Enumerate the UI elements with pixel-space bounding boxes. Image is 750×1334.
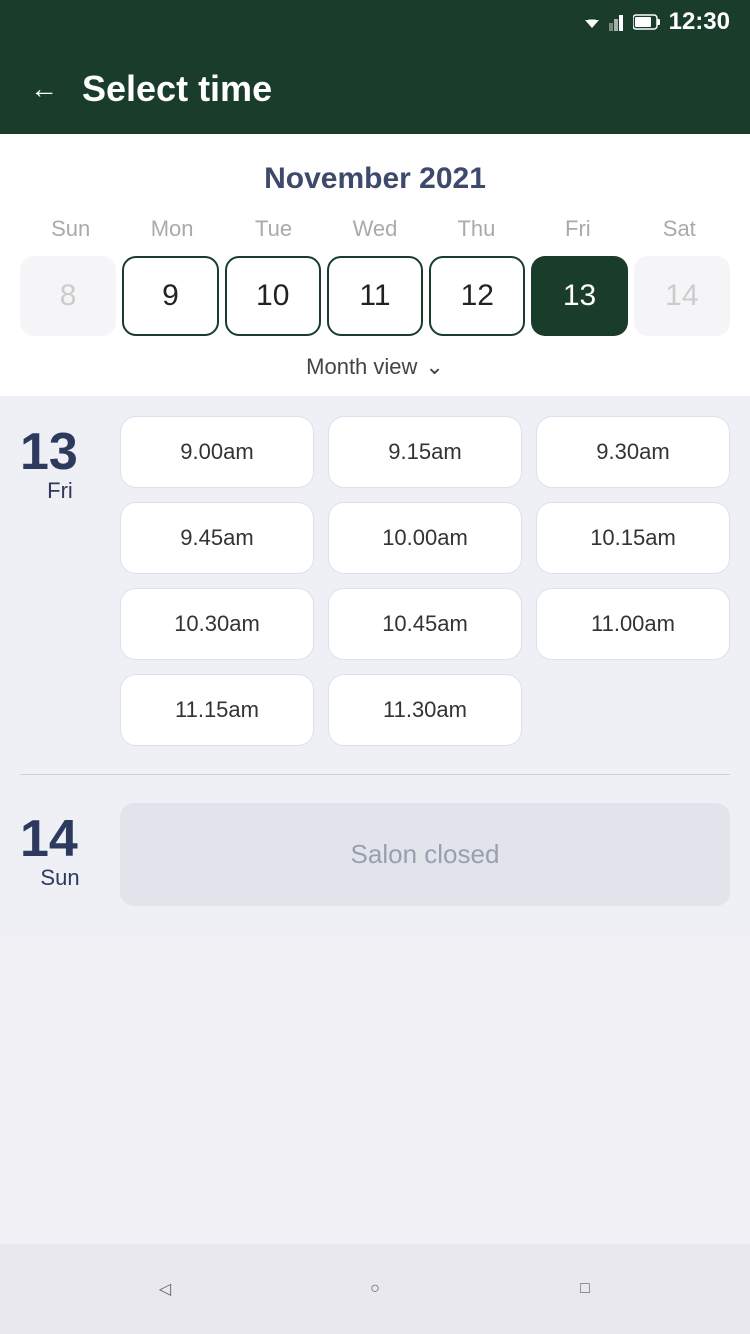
slot-900[interactable]: 9.00am (120, 416, 314, 488)
slot-930[interactable]: 9.30am (536, 416, 730, 488)
header-wed: Wed (324, 216, 425, 242)
header-tue: Tue (223, 216, 324, 242)
day-group-13: 13 Fri 9.00am 9.15am 9.30am 9.45am 10.00… (20, 416, 730, 746)
day-group-14: 14 Sun Salon closed (20, 803, 730, 906)
day-label-14: 14 Sun (20, 803, 100, 891)
salon-closed-box: Salon closed (120, 803, 730, 906)
nav-home-button[interactable]: ○ (351, 1265, 399, 1313)
header-fri: Fri (527, 216, 628, 242)
day-divider (20, 774, 730, 775)
slot-1015[interactable]: 10.15am (536, 502, 730, 574)
day-11[interactable]: 11 (327, 256, 423, 336)
header-mon: Mon (121, 216, 222, 242)
battery-icon (633, 14, 661, 30)
status-time: 12:30 (669, 8, 730, 36)
signal-icon (609, 13, 627, 31)
nav-back-button[interactable]: ◁ (141, 1265, 189, 1313)
day-row: 8 9 10 11 12 13 14 (20, 252, 730, 340)
time-section: 13 Fri 9.00am 9.15am 9.30am 9.45am 10.00… (0, 396, 750, 936)
wifi-icon (581, 14, 603, 30)
time-grid-13: 9.00am 9.15am 9.30am 9.45am 10.00am 10.1… (120, 416, 730, 746)
header-sat: Sat (629, 216, 730, 242)
day-14[interactable]: 14 (634, 256, 730, 336)
day-headers: Sun Mon Tue Wed Thu Fri Sat (20, 216, 730, 242)
day-10[interactable]: 10 (225, 256, 321, 336)
day-name-14: Sun (20, 865, 100, 891)
day-name-13: Fri (20, 478, 100, 504)
day-label-13: 13 Fri (20, 416, 100, 504)
status-icons (581, 13, 661, 31)
month-view-label: Month view (306, 354, 417, 380)
slot-915[interactable]: 9.15am (328, 416, 522, 488)
calendar-section: November 2021 Sun Mon Tue Wed Thu Fri Sa… (0, 134, 750, 396)
chevron-down-icon: ⌄ (425, 354, 443, 380)
status-bar: 12:30 (0, 0, 750, 44)
slot-1000[interactable]: 10.00am (328, 502, 522, 574)
bottom-nav: ◁ ○ □ (0, 1244, 750, 1334)
day-num-14: 14 (20, 813, 100, 865)
month-year-label: November 2021 (20, 162, 730, 196)
back-button[interactable]: ← (30, 73, 58, 105)
day-9[interactable]: 9 (122, 256, 218, 336)
app-header: ← Select time (0, 44, 750, 134)
month-view-toggle[interactable]: Month view ⌄ (20, 354, 730, 380)
day-num-13: 13 (20, 426, 100, 478)
slot-1030[interactable]: 10.30am (120, 588, 314, 660)
header-sun: Sun (20, 216, 121, 242)
slot-1130[interactable]: 11.30am (328, 674, 522, 746)
slot-945[interactable]: 9.45am (120, 502, 314, 574)
header-thu: Thu (426, 216, 527, 242)
nav-recent-button[interactable]: □ (561, 1265, 609, 1313)
slot-1100[interactable]: 11.00am (536, 588, 730, 660)
day-12[interactable]: 12 (429, 256, 525, 336)
slot-1115[interactable]: 11.15am (120, 674, 314, 746)
day-13[interactable]: 13 (531, 256, 627, 336)
day-8[interactable]: 8 (20, 256, 116, 336)
slot-1045[interactable]: 10.45am (328, 588, 522, 660)
page-title: Select time (82, 68, 272, 110)
